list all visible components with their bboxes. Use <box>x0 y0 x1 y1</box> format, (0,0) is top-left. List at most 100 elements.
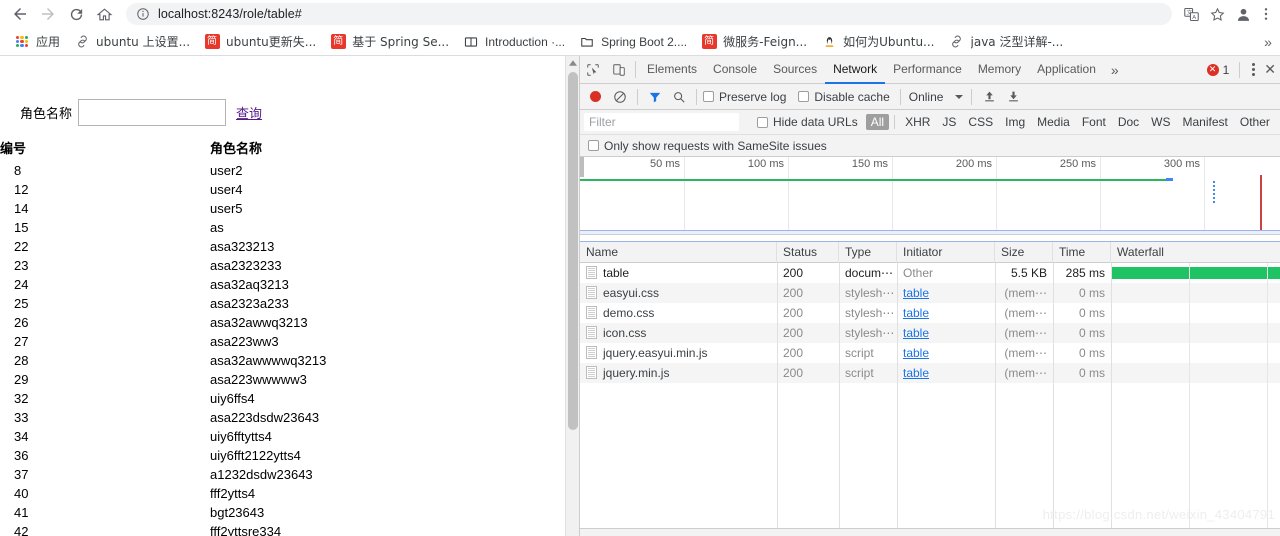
hide-data-urls-checkbox[interactable]: Hide data URLs <box>757 115 858 129</box>
table-row[interactable]: 24 asa32aq3213 <box>0 275 560 294</box>
tab-network[interactable]: Network <box>825 56 886 84</box>
address-bar[interactable]: localhost:8243/role/table# <box>126 3 1172 25</box>
throttling-dropdown[interactable]: Online <box>909 90 964 104</box>
column-header-initiator[interactable]: Initiator <box>897 242 995 263</box>
devtools-settings-kebab-icon[interactable] <box>1244 63 1262 76</box>
filter-chip-xhr[interactable]: XHR <box>900 114 935 130</box>
inspect-element-icon[interactable] <box>580 56 606 83</box>
samesite-filter-row[interactable]: Only show requests with SameSite issues <box>580 135 1280 157</box>
filter-chip-js[interactable]: JS <box>937 114 961 130</box>
network-row[interactable]: easyui.css 200 stylesh⋯ table (mem⋯ 0 ms <box>580 283 1280 303</box>
info-circle-icon[interactable] <box>136 7 150 21</box>
cell-name[interactable]: icon.css <box>580 323 777 343</box>
table-row[interactable]: 15 as <box>0 218 560 237</box>
checkbox-box[interactable] <box>588 140 599 151</box>
import-har-icon[interactable] <box>978 86 1000 108</box>
table-row[interactable]: 8 user2 <box>0 161 560 180</box>
back-arrow-icon[interactable] <box>6 0 34 28</box>
table-row[interactable]: 27 asa223ww3 <box>0 332 560 351</box>
column-header-type[interactable]: Type <box>839 242 897 263</box>
clear-network-icon[interactable] <box>609 86 631 108</box>
bookmark-item-2[interactable]: 简 基于 Spring Se... <box>324 31 455 53</box>
filter-chip-ws[interactable]: WS <box>1146 114 1175 130</box>
reload-icon[interactable] <box>62 0 90 28</box>
scroll-up-arrow-icon[interactable] <box>566 56 580 70</box>
close-devtools-icon[interactable]: ✕ <box>1262 61 1278 78</box>
bookmark-item-7[interactable]: java 泛型详解-... <box>943 31 1070 53</box>
table-row[interactable]: 41 bgt23643 <box>0 503 560 522</box>
table-row[interactable]: 32 uiy6ffs4 <box>0 389 560 408</box>
tab-elements[interactable]: Elements <box>639 56 705 84</box>
filter-chip-img[interactable]: Img <box>1000 114 1030 130</box>
device-toolbar-icon[interactable] <box>606 56 632 83</box>
preserve-log-checkbox[interactable]: Preserve log <box>703 90 786 104</box>
filter-chip-font[interactable]: Font <box>1077 114 1111 130</box>
profile-icon[interactable] <box>1230 1 1256 27</box>
table-row[interactable]: 26 asa32awwq3213 <box>0 313 560 332</box>
column-header-name[interactable]: Name <box>580 242 777 263</box>
table-row[interactable]: 33 asa223dsdw23643 <box>0 408 560 427</box>
column-header-size[interactable]: Size <box>995 242 1053 263</box>
cell-name[interactable]: demo.css <box>580 303 777 323</box>
table-row[interactable]: 28 asa32awwwwq3213 <box>0 351 560 370</box>
chrome-menu-icon[interactable] <box>1256 1 1276 27</box>
initiator-link[interactable]: table <box>903 286 929 300</box>
filter-chip-media[interactable]: Media <box>1032 114 1075 130</box>
filter-input[interactable] <box>584 113 739 131</box>
bookmark-item-0[interactable]: ubuntu 上设置... <box>68 31 196 53</box>
network-row[interactable]: icon.css 200 stylesh⋯ table (mem⋯ 0 ms <box>580 323 1280 343</box>
forward-arrow-icon[interactable] <box>34 0 62 28</box>
tab-memory[interactable]: Memory <box>970 56 1029 84</box>
table-row[interactable]: 25 asa2323a233 <box>0 294 560 313</box>
more-tabs-icon[interactable]: » <box>1104 56 1126 83</box>
initiator-link[interactable]: table <box>903 366 929 380</box>
cell-initiator[interactable]: table <box>897 283 995 303</box>
network-row[interactable]: demo.css 200 stylesh⋯ table (mem⋯ 0 ms <box>580 303 1280 323</box>
network-overview-timeline[interactable]: 50 ms 100 ms 150 ms 200 ms 250 ms 300 ms <box>580 157 1280 235</box>
filter-chip-all[interactable]: All <box>865 114 890 130</box>
column-header-time[interactable]: Time <box>1053 242 1111 263</box>
filter-funnel-icon[interactable] <box>644 86 666 108</box>
tab-console[interactable]: Console <box>705 56 765 84</box>
column-header-waterfall[interactable]: Waterfall <box>1111 242 1280 263</box>
bookmark-item-1[interactable]: 简 ubuntu更新失... <box>198 31 322 53</box>
network-row[interactable]: jquery.min.js 200 script table (mem⋯ 0 m… <box>580 363 1280 383</box>
bookmark-item-4[interactable]: Spring Boot 2.... <box>573 31 693 53</box>
search-icon[interactable] <box>668 86 690 108</box>
column-header-status[interactable]: Status <box>777 242 839 263</box>
filter-chip-manifest[interactable]: Manifest <box>1178 114 1233 130</box>
network-row[interactable]: jquery.easyui.min.js 200 script table (m… <box>580 343 1280 363</box>
overview-selection-band[interactable] <box>580 230 1280 234</box>
role-name-input[interactable] <box>78 99 227 126</box>
table-row[interactable]: 34 uiy6fftytts4 <box>0 427 560 446</box>
cell-name[interactable]: table <box>580 263 777 283</box>
table-row[interactable]: 23 asa2323233 <box>0 256 560 275</box>
cell-initiator[interactable]: table <box>897 343 995 363</box>
initiator-link[interactable]: table <box>903 346 929 360</box>
table-row[interactable]: 36 uiy6fft2122ytts4 <box>0 446 560 465</box>
page-scrollbar[interactable] <box>565 56 579 536</box>
export-har-icon[interactable] <box>1002 86 1024 108</box>
table-row[interactable]: 29 asa223wwwww3 <box>0 370 560 389</box>
bookmark-apps[interactable]: 应用 <box>8 31 66 53</box>
checkbox-box[interactable] <box>757 116 768 128</box>
tab-application[interactable]: Application <box>1029 56 1104 84</box>
error-badge[interactable]: ✕ 1 <box>1206 63 1229 77</box>
filter-chip-doc[interactable]: Doc <box>1113 114 1144 130</box>
checkbox-box[interactable] <box>798 91 810 102</box>
cell-name[interactable]: jquery.easyui.min.js <box>580 343 777 363</box>
initiator-link[interactable]: table <box>903 326 929 340</box>
table-row[interactable]: 14 user5 <box>0 199 560 218</box>
table-row[interactable]: 22 asa323213 <box>0 237 560 256</box>
table-row[interactable]: 37 a1232dsdw23643 <box>0 465 560 484</box>
bookmark-item-6[interactable]: 如何为Ubuntu... <box>815 31 940 53</box>
home-icon[interactable] <box>90 0 118 28</box>
network-row[interactable]: table 200 docum⋯ Other 5.5 KB 285 ms <box>580 263 1280 283</box>
table-row[interactable]: 40 fff2ytts4 <box>0 484 560 503</box>
tab-sources[interactable]: Sources <box>765 56 825 84</box>
cell-initiator[interactable]: table <box>897 323 995 343</box>
query-link[interactable]: 查询 <box>236 103 262 122</box>
initiator-link[interactable]: table <box>903 306 929 320</box>
filter-chip-css[interactable]: CSS <box>963 114 998 130</box>
checkbox-box[interactable] <box>703 91 714 102</box>
